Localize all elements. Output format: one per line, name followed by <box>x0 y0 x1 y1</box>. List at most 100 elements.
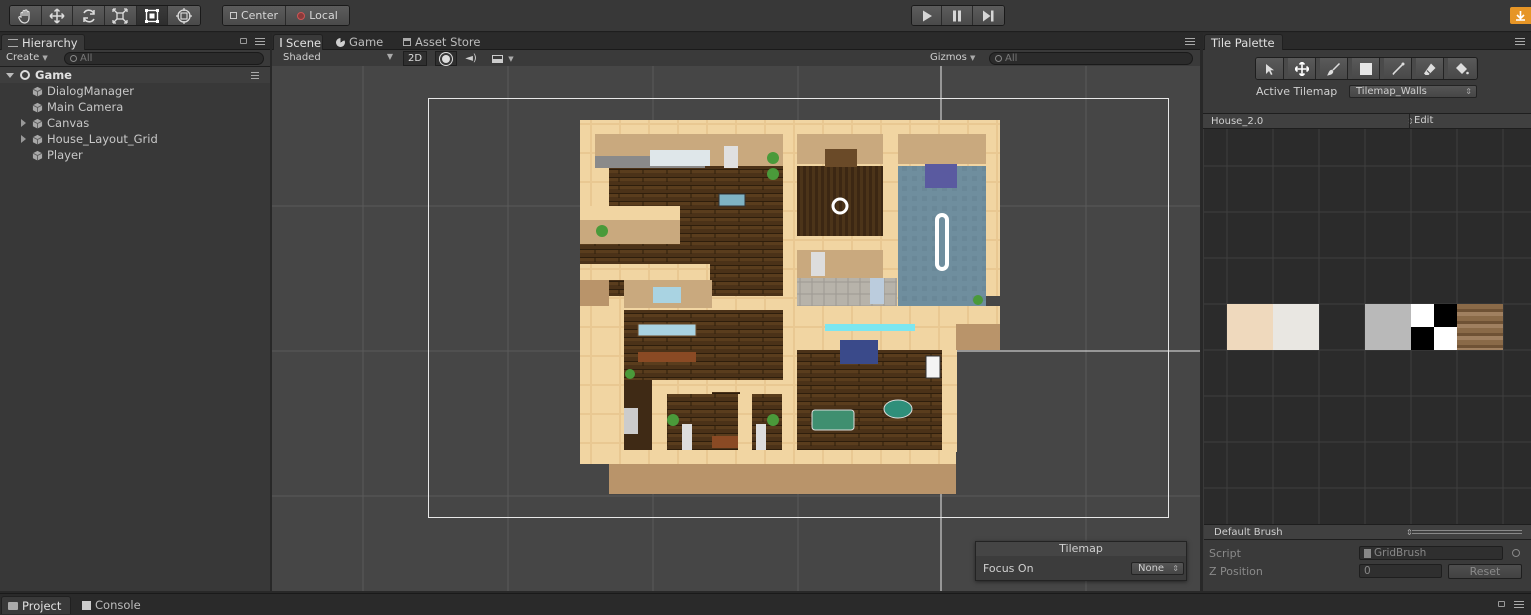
play-button[interactable] <box>912 6 943 25</box>
move-icon[interactable] <box>1288 58 1316 79</box>
hierarchy-panel: Hierarchy Create ▼ All Game DialogManage… <box>0 33 270 591</box>
palette-tile[interactable] <box>1411 304 1457 350</box>
pivot-space-button[interactable]: Local <box>286 6 349 25</box>
transform-icon[interactable] <box>168 6 200 25</box>
search-icon <box>995 55 1002 62</box>
picker-icon[interactable] <box>1384 58 1412 79</box>
z-position-input[interactable]: 0 <box>1359 564 1442 578</box>
expand-arrow-icon[interactable] <box>21 119 26 127</box>
script-file-icon <box>1364 548 1371 558</box>
hierarchy-item-label: House_Layout_Grid <box>47 132 158 146</box>
pause-button[interactable] <box>942 6 973 25</box>
hierarchy-item-label: DialogManager <box>47 84 135 98</box>
scene-search-placeholder: All <box>1005 53 1018 64</box>
space-label: Local <box>309 9 338 22</box>
brush-dropdown[interactable]: Default Brush ⇕ <box>1214 526 1413 539</box>
gameobject-cube-icon <box>32 86 43 97</box>
scene-menu-icon[interactable] <box>251 72 259 79</box>
dropdown-arrow-icon: ⇕ <box>1465 87 1472 96</box>
palette-name: House_2.0 <box>1211 116 1264 127</box>
focus-on-dropdown[interactable]: None ⇕ <box>1131 562 1184 575</box>
tab-tile-palette[interactable]: Tile Palette <box>1204 34 1283 50</box>
create-dropdown[interactable]: Create ▼ <box>6 52 48 63</box>
cloud-download-icon[interactable] <box>1510 7 1531 24</box>
scene-root-row[interactable]: Game <box>0 67 270 83</box>
transform-tools <box>9 5 201 26</box>
lock-icon[interactable] <box>1498 601 1505 607</box>
tab-game[interactable]: Game <box>330 34 390 50</box>
pivot-center-button[interactable]: Center <box>223 6 287 25</box>
active-tilemap-dropdown[interactable]: Tilemap_Walls ⇕ <box>1349 85 1477 98</box>
hierarchy-item[interactable]: House_Layout_Grid <box>0 131 270 147</box>
tab-asset-store-label: Asset Store <box>415 35 481 49</box>
gameobject-cube-icon <box>32 150 43 161</box>
panel-menu-icon[interactable] <box>255 38 265 45</box>
gizmos-label: Gizmos <box>930 52 967 63</box>
brush-name: Default Brush <box>1214 527 1283 538</box>
scene-search-input[interactable]: All <box>989 52 1193 65</box>
pivot-label: Center <box>240 9 279 22</box>
speaker-icon[interactable]: ◄) <box>462 52 480 65</box>
folder-icon <box>8 601 18 610</box>
focus-on-value: None <box>1138 563 1165 574</box>
palette-tile[interactable] <box>1365 304 1411 350</box>
box-fill-icon[interactable] <box>1352 58 1380 79</box>
object-picker-icon[interactable] <box>1512 549 1520 557</box>
z-position-label: Z Position <box>1209 565 1263 578</box>
palette-grid[interactable] <box>1204 129 1531 524</box>
active-tilemap-label: Active Tilemap <box>1256 85 1338 98</box>
expand-arrow-icon[interactable] <box>21 135 26 143</box>
expand-arrow-icon[interactable] <box>6 72 14 78</box>
palette-dropdown[interactable]: House_2.0 ⇕ <box>1211 115 1414 128</box>
tab-console[interactable]: Console <box>76 596 156 614</box>
pivot-icon <box>229 12 237 19</box>
hierarchy-item[interactable]: Canvas <box>0 115 270 131</box>
step-button[interactable] <box>972 6 1004 25</box>
move-icon[interactable] <box>41 6 74 25</box>
local-space-icon <box>297 11 306 20</box>
script-field: GridBrush <box>1359 546 1503 560</box>
hierarchy-item[interactable]: DialogManager <box>0 83 270 99</box>
scale-icon[interactable] <box>105 6 137 25</box>
lock-icon[interactable] <box>240 38 247 44</box>
focus-on-label: Focus On <box>983 562 1034 575</box>
effects-toggle[interactable]: ▼ <box>490 52 516 65</box>
dropdown-arrow-icon: ▼ <box>386 52 393 61</box>
lighting-toggle[interactable] <box>435 51 457 66</box>
gizmos-dropdown[interactable]: Gizmos ▼ <box>930 52 975 63</box>
shading-mode-dropdown[interactable]: Shaded ▼ <box>277 51 397 64</box>
fill-bucket-icon[interactable] <box>1448 58 1476 79</box>
hierarchy-search-input[interactable]: All <box>64 52 264 65</box>
brush-splitter[interactable] <box>1412 530 1522 534</box>
palette-tile[interactable] <box>1273 304 1319 350</box>
select-arrow-icon[interactable] <box>1256 58 1284 79</box>
eraser-icon[interactable] <box>1416 58 1444 79</box>
tab-hierarchy[interactable]: Hierarchy <box>1 34 85 50</box>
sun-icon <box>442 54 450 63</box>
hierarchy-item[interactable]: Main Camera <box>0 99 270 115</box>
tab-project[interactable]: Project <box>1 596 71 614</box>
paintbrush-icon[interactable] <box>1320 58 1348 79</box>
hierarchy-search-placeholder: All <box>80 53 93 64</box>
tilemap-focus-overlay: Tilemap Focus On None ⇕ <box>975 541 1187 581</box>
rect-tool-icon[interactable] <box>136 6 169 25</box>
reset-button[interactable]: Reset <box>1448 564 1522 579</box>
panel-menu-icon[interactable] <box>1185 38 1195 45</box>
toggle-2d-button[interactable]: 2D <box>403 51 427 66</box>
hand-icon[interactable] <box>10 6 42 25</box>
script-value: GridBrush <box>1374 547 1427 559</box>
edit-palette-button[interactable]: Edit <box>1414 115 1433 126</box>
tab-scene[interactable]: Scene <box>273 34 323 50</box>
tab-asset-store[interactable]: Asset Store <box>397 34 492 50</box>
tab-hierarchy-label: Hierarchy <box>22 35 78 50</box>
search-icon <box>70 55 77 62</box>
dropdown-arrow-icon: ⇕ <box>1172 564 1179 573</box>
rotate-icon[interactable] <box>73 6 106 25</box>
palette-tile[interactable] <box>1457 304 1503 350</box>
panel-menu-icon[interactable] <box>1514 601 1524 608</box>
scene-viewport[interactable]: Tilemap Focus On None ⇕ <box>272 66 1200 591</box>
palette-tile[interactable] <box>1227 304 1273 350</box>
console-icon <box>82 600 91 610</box>
panel-menu-icon[interactable] <box>1515 38 1525 45</box>
hierarchy-item[interactable]: Player <box>0 147 270 163</box>
